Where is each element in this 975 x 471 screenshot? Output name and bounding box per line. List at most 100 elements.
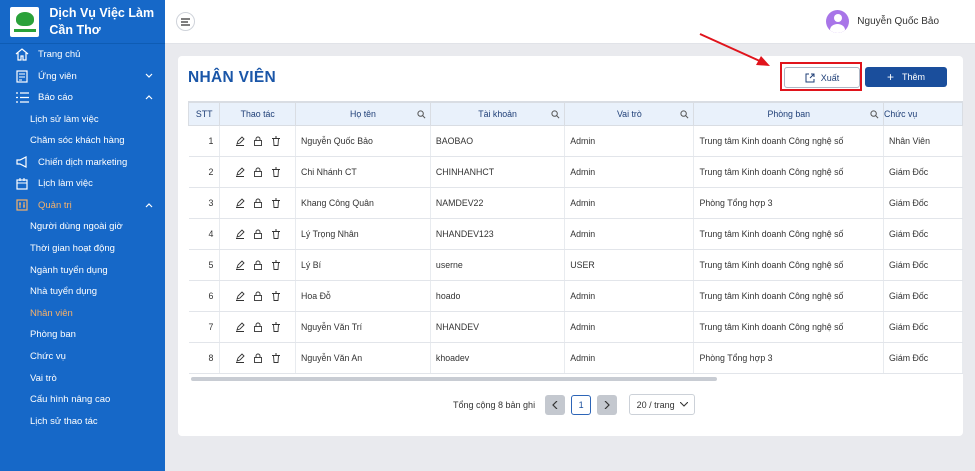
sidebar-subitem-nguoi-dung-ngoai-gio[interactable]: Người dùng ngoài giờ (0, 216, 165, 238)
edit-icon[interactable] (235, 167, 245, 178)
sidebar-item-label: Quản trị (38, 199, 72, 211)
sidebar-subitem-nhan-vien[interactable]: Nhân viên (0, 303, 165, 325)
column-label: Vai trò (616, 109, 642, 119)
sidebar-item-bao-cao[interactable]: Báo cáo (0, 87, 165, 109)
edit-icon[interactable] (235, 322, 245, 333)
table-cell: Lý Bí (295, 249, 431, 281)
table-cell: NAMDEV22 (430, 187, 566, 219)
table-cell: Trung tâm Kinh doanh Công nghệ số (693, 280, 885, 312)
trash-icon[interactable] (271, 260, 281, 271)
table-row[interactable]: 4 Lý Trọng Nhân NHANDEV123 Admin Trung tâm K… (188, 218, 963, 250)
lock-icon[interactable] (253, 167, 263, 178)
table-row[interactable]: 1 Nguyễn Quốc Bảo BAOBAO Admin Trung tâm Kin… (188, 125, 963, 157)
table-row[interactable]: 6 Hoa Đỗ hoado Admin Trung tâm Kinh doanh Cô… (188, 280, 963, 312)
row-actions (219, 249, 296, 281)
sidebar-item-quan-tri[interactable]: Quản trị (0, 195, 165, 217)
logo (10, 6, 40, 37)
lock-icon[interactable] (253, 198, 263, 209)
column-header: STT (188, 102, 221, 126)
lock-icon[interactable] (253, 260, 263, 271)
chevron-down-icon (679, 402, 688, 407)
column-header: Chức vụ (883, 102, 963, 126)
prev-page-button[interactable] (545, 394, 566, 415)
sidebar-subitem-nha-tuyen-dung[interactable]: Nhà tuyển dụng (0, 281, 165, 303)
content-card: NHÂN VIÊN Xuất + Thêm STT Thao tác Họ tên T… (178, 56, 963, 436)
brand: Dịch Vụ Việc Làm Cần Thơ (0, 0, 165, 44)
lock-icon[interactable] (253, 322, 263, 333)
search-icon[interactable] (870, 110, 879, 119)
trash-icon[interactable] (271, 291, 281, 302)
sidebar-item-label: Nhân viên (30, 307, 73, 319)
sidebar-subitem-lich-su-lam-viec[interactable]: Lịch sử làm việc (0, 109, 165, 131)
edit-icon[interactable] (235, 291, 245, 302)
user-menu[interactable]: Nguyễn Quốc Bảo (826, 10, 939, 33)
plus-icon: + (886, 70, 894, 84)
table-cell: userne (430, 249, 566, 281)
brand-name: Dịch Vụ Việc Làm Cần Thơ (49, 5, 155, 37)
column-label: Chức vụ (884, 109, 918, 119)
trash-icon[interactable] (271, 198, 281, 209)
column-label: Thao tác (240, 109, 275, 119)
page-size-value: 20 / trang (636, 399, 675, 410)
table-cell: Giám Đốc (883, 187, 963, 219)
row-actions (219, 125, 296, 157)
search-icon[interactable] (551, 110, 560, 119)
lock-icon[interactable] (253, 136, 263, 147)
sidebar-subitem-lich-su-thao-tac[interactable]: Lịch sử thao tác (0, 411, 165, 433)
sidebar-subitem-phong-ban[interactable]: Phòng ban (0, 324, 165, 346)
sidebar-subitem-cau-hinh-nang-cao[interactable]: Cấu hình nâng cao (0, 389, 165, 411)
search-icon[interactable] (680, 110, 689, 119)
row-actions (219, 311, 296, 343)
table-cell: Nguyễn Văn Trí (295, 311, 431, 343)
table-cell: 8 (188, 342, 221, 374)
trash-icon[interactable] (271, 167, 281, 178)
table-cell: BAOBAO (430, 125, 566, 157)
lock-icon[interactable] (253, 353, 263, 364)
sidebar-item-label: Lịch sử làm việc (30, 113, 99, 125)
table-row[interactable]: 8 Nguyễn Văn An khoadev Admin Phòng Tổng hợp… (188, 342, 963, 374)
edit-icon[interactable] (235, 353, 245, 364)
sidebar-menu: Trang chủ Ứng viên Báo cáo Lịch sử làm việc… (0, 44, 165, 432)
trash-icon[interactable] (271, 322, 281, 333)
page-1-button[interactable]: 1 (571, 394, 592, 415)
sidebar-item-ung-vien[interactable]: Ứng viên (0, 66, 165, 88)
menu-toggle-button[interactable] (176, 12, 195, 31)
edit-icon[interactable] (235, 198, 245, 209)
sidebar-item-lich-lam-viec[interactable]: Lịch làm việc (0, 173, 165, 195)
lock-icon[interactable] (253, 291, 263, 302)
pagination: Tổng cộng 8 bản ghi 1 20 / trang (453, 394, 696, 415)
list-icon (14, 90, 30, 106)
horizontal-scrollbar[interactable] (191, 377, 717, 381)
edit-icon[interactable] (235, 136, 245, 147)
page-size-select[interactable]: 20 / trang (629, 394, 696, 415)
table-row[interactable]: 3 Khang Công Quân NAMDEV22 Admin Phòng Tổng … (188, 187, 963, 219)
table-row[interactable]: 7 Nguyễn Văn Trí NHANDEV Admin Trung tâm Kin… (188, 311, 963, 343)
row-actions (219, 156, 296, 188)
sidebar-subitem-cham-soc-khach-hang[interactable]: Chăm sóc khách hàng (0, 130, 165, 152)
sidebar-item-chien-dich-marketing[interactable]: Chiến dịch marketing (0, 152, 165, 174)
edit-icon[interactable] (235, 260, 245, 271)
add-label: Thêm (902, 72, 926, 82)
table-row[interactable]: 2 Chi Nhánh CT CHINHANHCT Admin Trung tâm Ki… (188, 156, 963, 188)
row-actions (219, 187, 296, 219)
add-button[interactable]: + Thêm (865, 67, 947, 87)
sidebar-subitem-chuc-vu[interactable]: Chức vụ (0, 346, 165, 368)
table-cell: NHANDEV123 (430, 218, 566, 250)
trash-icon[interactable] (271, 229, 281, 240)
sidebar-subitem-nganh-tuyen-dung[interactable]: Ngành tuyển dụng (0, 259, 165, 281)
next-page-button[interactable] (597, 394, 618, 415)
table-row[interactable]: 5 Lý Bí userne USER Trung tâm Kinh doanh Côn… (188, 249, 963, 281)
trash-icon[interactable] (271, 353, 281, 364)
sidebar-item-trang-chu[interactable]: Trang chủ (0, 44, 165, 66)
search-icon[interactable] (417, 110, 426, 119)
lock-icon[interactable] (253, 229, 263, 240)
trash-icon[interactable] (271, 136, 281, 147)
column-header: Phòng ban (693, 102, 885, 126)
row-actions (219, 280, 296, 312)
table-cell: 4 (188, 218, 221, 250)
table-cell: 7 (188, 311, 221, 343)
sidebar-subitem-thoi-gian-hoat-dong[interactable]: Thời gian hoạt động (0, 238, 165, 260)
edit-icon[interactable] (235, 229, 245, 240)
table-cell: 3 (188, 187, 221, 219)
sidebar-subitem-vai-tro[interactable]: Vai trò (0, 367, 165, 389)
